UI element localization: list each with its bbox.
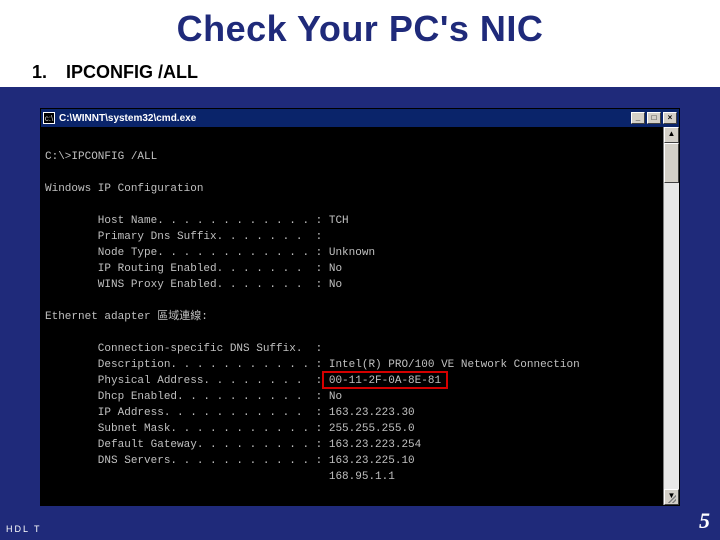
vertical-scrollbar[interactable]: ▲ ▼ [663,127,679,505]
bullet-number: 1. [32,62,47,82]
cmd-window: c:\ C:\WINNT\system32\cmd.exe _ □ × C:\>… [40,108,680,506]
slide-root: Check Your PC's NIC 1. IPCONFIG /ALL c:\… [0,0,720,540]
slide-title: Check Your PC's NIC [0,0,720,56]
page-number: 5 [699,508,710,534]
footer-left-text: HDL T [6,524,42,534]
scroll-up-button[interactable]: ▲ [664,127,679,143]
window-buttons: _ □ × [631,112,677,124]
scroll-thumb[interactable] [664,143,679,183]
close-button[interactable]: × [663,112,677,124]
bullet-row: 1. IPCONFIG /ALL [0,56,720,87]
cmd-body: C:\>IPCONFIG /ALL Windows IP Configurati… [41,127,679,505]
terminal-output[interactable]: C:\>IPCONFIG /ALL Windows IP Configurati… [41,127,663,505]
scroll-track[interactable] [664,143,679,489]
window-titlebar[interactable]: c:\ C:\WINNT\system32\cmd.exe _ □ × [41,109,679,127]
mac-address-highlight [322,371,447,389]
bullet-text: IPCONFIG /ALL [66,62,198,82]
resize-grip-icon[interactable] [666,493,676,503]
minimize-button[interactable]: _ [631,112,645,124]
window-title: C:\WINNT\system32\cmd.exe [59,113,631,124]
cmd-icon: c:\ [43,112,55,124]
maximize-button[interactable]: □ [647,112,661,124]
